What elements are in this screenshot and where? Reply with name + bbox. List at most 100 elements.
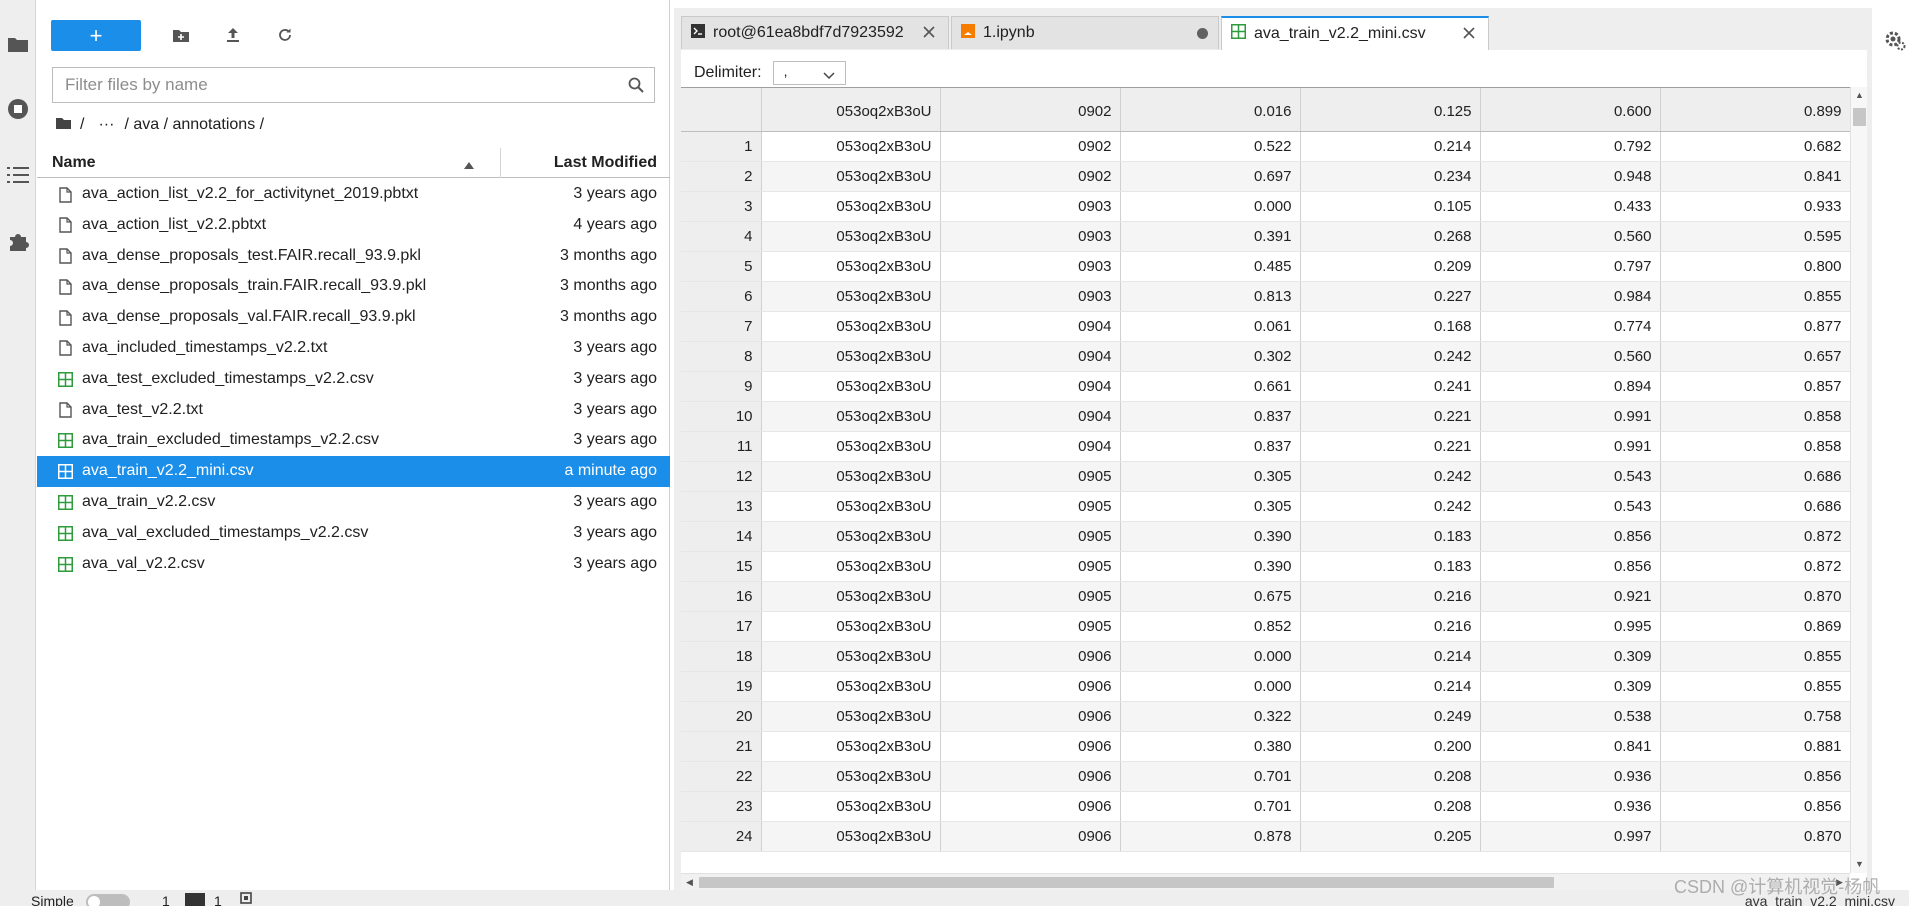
row-header-cell[interactable]: 12 <box>681 461 762 492</box>
row-header-cell[interactable]: 3 <box>681 191 762 222</box>
table-cell[interactable]: 0.208 <box>1300 761 1481 792</box>
table-cell[interactable]: 0.000 <box>1120 191 1301 222</box>
table-cell[interactable]: 0.758 <box>1660 701 1851 732</box>
folder-icon[interactable] <box>4 30 32 58</box>
new-folder-icon[interactable] <box>169 23 193 47</box>
row-header-cell[interactable]: 16 <box>681 581 762 612</box>
table-cell[interactable]: 053oq2xB3oU <box>761 611 941 642</box>
unsaved-dot-icon[interactable] <box>1197 28 1208 39</box>
table-cell[interactable]: 0903 <box>940 251 1121 282</box>
table-cell[interactable]: 0.984 <box>1480 281 1661 312</box>
file-list-item[interactable]: ava_val_v2.2.csv 3 years ago <box>37 549 670 580</box>
row-header-cell[interactable]: 11 <box>681 431 762 462</box>
table-cell[interactable]: 0.105 <box>1300 191 1481 222</box>
table-cell[interactable]: 0904 <box>940 431 1121 462</box>
table-cell[interactable]: 0.948 <box>1480 161 1661 192</box>
table-cell[interactable]: 0.390 <box>1120 521 1301 552</box>
table-cell[interactable]: 0.877 <box>1660 311 1851 342</box>
table-cell[interactable]: 0.858 <box>1660 401 1851 432</box>
table-cell[interactable]: 0.242 <box>1300 461 1481 492</box>
table-cell[interactable]: 0.995 <box>1480 611 1661 642</box>
row-header-cell[interactable]: 10 <box>681 401 762 432</box>
table-cell[interactable]: 0905 <box>940 521 1121 552</box>
table-cell[interactable]: 053oq2xB3oU <box>761 521 941 552</box>
table-cell[interactable]: 0.855 <box>1660 671 1851 702</box>
scroll-up-icon[interactable]: ▲ <box>1855 90 1864 100</box>
kernel-status-icon[interactable] <box>238 890 254 906</box>
scroll-left-icon[interactable]: ◀ <box>686 877 693 888</box>
table-cell[interactable]: 0.921 <box>1480 581 1661 612</box>
table-cell[interactable]: 0.305 <box>1120 461 1301 492</box>
table-cell[interactable]: 0.661 <box>1120 371 1301 402</box>
table-cell[interactable]: 053oq2xB3oU <box>761 461 941 492</box>
new-launcher-button[interactable]: + <box>51 19 141 51</box>
file-list-item[interactable]: ava_action_list_v2.2.pbtxt 4 years ago <box>37 210 670 241</box>
table-cell[interactable]: 053oq2xB3oU <box>761 791 941 822</box>
horizontal-scroll-thumb[interactable] <box>699 877 1554 888</box>
table-cell[interactable]: 0905 <box>940 461 1121 492</box>
table-cell[interactable]: 053oq2xB3oU <box>761 311 941 342</box>
table-cell[interactable]: 0.209 <box>1300 251 1481 282</box>
close-icon[interactable] <box>1462 26 1476 45</box>
row-header-cell[interactable]: 7 <box>681 311 762 342</box>
folder-home-icon[interactable] <box>55 116 72 135</box>
corner-header-cell[interactable] <box>681 88 762 132</box>
table-cell[interactable]: 0.870 <box>1660 821 1851 852</box>
table-cell[interactable]: 0.933 <box>1660 191 1851 222</box>
file-list-item[interactable]: ava_train_v2.2_mini.csv a minute ago <box>37 456 670 487</box>
table-cell[interactable]: 0.872 <box>1660 551 1851 582</box>
table-cell[interactable]: 0.560 <box>1480 221 1661 252</box>
row-header-cell[interactable]: 22 <box>681 761 762 792</box>
table-cell[interactable]: 053oq2xB3oU <box>761 371 941 402</box>
row-header-cell[interactable]: 17 <box>681 611 762 642</box>
table-cell[interactable]: 0.241 <box>1300 371 1481 402</box>
table-cell[interactable]: 053oq2xB3oU <box>761 131 941 162</box>
table-cell[interactable]: 0.268 <box>1300 221 1481 252</box>
breadcrumb-root[interactable]: / <box>80 116 84 134</box>
table-cell[interactable]: 053oq2xB3oU <box>761 191 941 222</box>
table-cell[interactable]: 0.205 <box>1300 821 1481 852</box>
table-cell[interactable]: 0.872 <box>1660 521 1851 552</box>
table-cell[interactable]: 0.852 <box>1120 611 1301 642</box>
table-cell[interactable]: 0.234 <box>1300 161 1481 192</box>
table-cell[interactable]: 0.214 <box>1300 641 1481 672</box>
file-list-item[interactable]: ava_dense_proposals_test.FAIR.recall_93.… <box>37 241 670 272</box>
table-cell[interactable]: 053oq2xB3oU <box>761 161 941 192</box>
table-cell[interactable]: 053oq2xB3oU <box>761 281 941 312</box>
table-cell[interactable]: 0905 <box>940 491 1121 522</box>
row-header-cell[interactable]: 23 <box>681 791 762 822</box>
table-cell[interactable]: 0905 <box>940 551 1121 582</box>
table-cell[interactable]: 0.869 <box>1660 611 1851 642</box>
vertical-scrollbar[interactable]: ▲ ▼ <box>1850 87 1867 873</box>
table-cell[interactable]: 0.841 <box>1480 731 1661 762</box>
table-cell[interactable]: 0.322 <box>1120 701 1301 732</box>
table-cell[interactable]: 0.522 <box>1120 131 1301 162</box>
row-header-cell[interactable]: 8 <box>681 341 762 372</box>
table-cell[interactable]: 0.183 <box>1300 521 1481 552</box>
scroll-down-icon[interactable]: ▼ <box>1855 859 1864 869</box>
table-cell[interactable]: 0.800 <box>1660 251 1851 282</box>
table-cell[interactable]: 0.837 <box>1120 401 1301 432</box>
breadcrumb-path[interactable]: / ava / annotations / <box>124 116 264 134</box>
table-cell[interactable]: 0.391 <box>1120 221 1301 252</box>
table-cell[interactable]: 0.000 <box>1120 641 1301 672</box>
file-list-item[interactable]: ava_test_excluded_timestamps_v2.2.csv 3 y… <box>37 364 670 395</box>
table-cell[interactable]: 0.841 <box>1660 161 1851 192</box>
table-cell[interactable]: 0.856 <box>1480 521 1661 552</box>
table-cell[interactable]: 053oq2xB3oU <box>761 821 941 852</box>
table-cell[interactable]: 0.774 <box>1480 311 1661 342</box>
table-cell[interactable]: 0.380 <box>1120 731 1301 762</box>
row-header-cell[interactable]: 21 <box>681 731 762 762</box>
table-cell[interactable]: 0.857 <box>1660 371 1851 402</box>
table-cell[interactable]: 0.302 <box>1120 341 1301 372</box>
table-cell[interactable]: 053oq2xB3oU <box>761 251 941 282</box>
last-modified-column-header[interactable]: Last Modified <box>554 154 657 172</box>
table-cell[interactable]: 0.697 <box>1120 161 1301 192</box>
row-header-cell[interactable]: 6 <box>681 281 762 312</box>
row-header-cell[interactable]: 5 <box>681 251 762 282</box>
row-header-cell[interactable]: 24 <box>681 821 762 852</box>
table-cell[interactable]: 053oq2xB3oU <box>761 341 941 372</box>
row-header-cell[interactable]: 13 <box>681 491 762 522</box>
table-cell[interactable]: 053oq2xB3oU <box>761 431 941 462</box>
table-cell[interactable]: 0.792 <box>1480 131 1661 162</box>
